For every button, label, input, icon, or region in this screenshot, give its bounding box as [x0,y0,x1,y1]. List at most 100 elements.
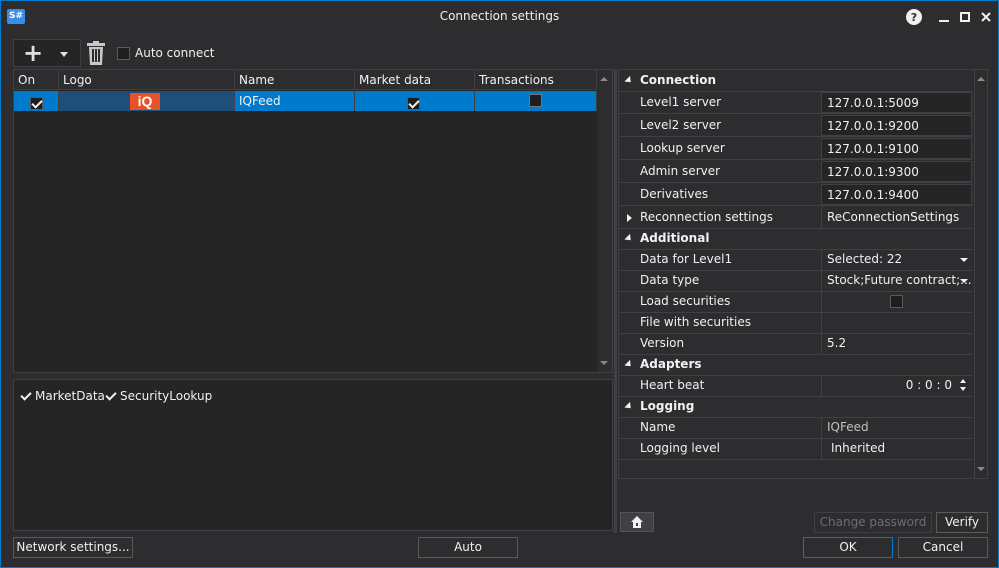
property-row-reconnection[interactable]: Reconnection settings ReConnectionSettin… [619,207,972,229]
cell-market-data[interactable] [355,91,475,111]
property-row: Logging level Inherited [619,438,972,460]
title-bar: S# Connection settings ? [1,1,998,33]
scroll-down-icon[interactable] [600,361,608,365]
capability-label: SecurityLookup [120,389,213,403]
load-securities-cell [821,291,972,312]
home-icon [631,516,643,528]
property-name: Data type [640,273,700,287]
capabilities-panel: MarketData SecurityLookup [13,379,613,531]
data-for-level1-select[interactable]: Selected: 22 [821,249,972,270]
expand-icon[interactable] [627,214,632,222]
heart-beat-value: 0 : 0 : 0 [905,378,952,392]
level1-server-input[interactable]: 127.0.0.1:5009 [821,92,972,113]
on-checkbox[interactable] [30,96,43,110]
maximize-icon[interactable] [956,8,974,26]
expand-icon[interactable] [624,75,634,86]
minimize-icon[interactable] [935,8,953,26]
capability-label: MarketData [35,389,105,403]
property-name: Load securities [640,294,731,308]
category-adapters[interactable]: Adapters [619,354,972,376]
property-name: Version [640,336,685,350]
check-icon[interactable] [105,390,117,402]
file-with-securities-input[interactable] [821,312,972,333]
capability-market-data[interactable]: MarketData [20,389,105,403]
category-connection[interactable]: Connection [619,70,972,92]
scroll-up-icon[interactable] [977,77,985,81]
grid-scrollbar[interactable] [597,70,612,372]
cell-on[interactable] [14,91,59,111]
property-row: Heart beat 0 : 0 : 0 [619,375,972,397]
delete-connection-button[interactable] [86,41,106,65]
help-icon[interactable]: ? [906,9,922,25]
auto-button[interactable]: Auto [418,537,518,558]
reconnection-settings-value[interactable]: ReConnectionSettings [821,207,972,228]
property-row: File with securities [619,312,972,334]
property-name: Level2 server [640,118,722,132]
expand-icon[interactable] [624,233,634,244]
admin-server-input[interactable]: 127.0.0.1:9300 [821,161,972,182]
load-securities-checkbox[interactable] [890,295,903,308]
category-additional[interactable]: Additional [619,228,972,250]
spin-up-icon[interactable] [960,379,966,383]
property-row: Name IQFeed [619,417,972,439]
verify-button[interactable]: Verify [936,512,988,533]
market-data-checkbox[interactable] [407,96,420,110]
capability-security-lookup[interactable]: SecurityLookup [105,389,212,403]
cell-transactions[interactable] [475,91,597,111]
version-input[interactable]: 5.2 [821,333,972,354]
scroll-down-icon[interactable] [977,467,985,471]
chevron-down-icon[interactable] [960,279,968,283]
auto-connect-label: Auto connect [135,46,215,60]
check-icon[interactable] [20,390,32,402]
property-name: Name [640,420,676,434]
category-label: Connection [640,73,717,87]
property-name: Heart beat [640,378,705,392]
property-row: Admin server 127.0.0.1:9300 [619,161,972,183]
column-header-logo[interactable]: Logo [59,70,235,90]
table-row[interactable]: iQ IQFeed [14,91,597,111]
trash-icon [87,41,105,65]
property-name: File with securities [640,315,751,329]
connections-grid: On Logo Name Market data Transactions iQ… [13,69,613,373]
property-grid: Connection Level1 server 127.0.0.1:5009 … [618,69,988,479]
auto-connect-checkbox[interactable] [117,46,130,60]
expand-icon[interactable] [624,359,634,370]
property-name: Reconnection settings [640,210,773,224]
expand-icon[interactable] [624,401,634,412]
property-row: Level2 server 127.0.0.1:9200 [619,115,972,137]
auto-connect-toggle[interactable]: Auto connect [117,46,215,60]
logging-level-select[interactable]: Inherited [821,438,972,459]
property-row: Data type Stock;Future contract;... [619,270,972,292]
grid-header: On Logo Name Market data Transactions [14,70,597,90]
ok-button[interactable]: OK [803,537,893,558]
cell-name[interactable]: IQFeed [235,91,355,111]
transactions-checkbox[interactable] [529,94,542,107]
property-row: Data for Level1 Selected: 22 [619,249,972,271]
column-header-on[interactable]: On [14,70,59,90]
connection-settings-window: S# Connection settings ? + Auto connect … [0,0,999,568]
chevron-down-icon[interactable] [960,258,968,262]
network-settings-button[interactable]: Network settings... [13,537,133,558]
spin-icon[interactable] [960,378,968,393]
data-type-select[interactable]: Stock;Future contract;... [821,270,972,291]
spin-down-icon[interactable] [960,387,966,391]
column-header-market-data[interactable]: Market data [355,70,475,90]
lookup-server-input[interactable]: 127.0.0.1:9100 [821,138,972,159]
logging-name-value: IQFeed [821,417,972,438]
close-icon[interactable] [977,8,995,26]
selected-value: Stock;Future contract;... [827,273,972,287]
column-header-transactions[interactable]: Transactions [475,70,597,90]
heart-beat-stepper[interactable]: 0 : 0 : 0 [821,375,972,396]
change-password-button[interactable]: Change password [814,512,932,533]
panel-splitter[interactable] [614,69,617,533]
level2-server-input[interactable]: 127.0.0.1:9200 [821,115,972,136]
chevron-down-icon[interactable] [60,52,68,57]
cancel-button[interactable]: Cancel [898,537,988,558]
category-logging[interactable]: Logging [619,396,972,418]
add-connection-button[interactable]: + [13,39,81,67]
home-button[interactable] [620,512,654,532]
scroll-up-icon[interactable] [600,77,608,81]
column-header-name[interactable]: Name [235,70,355,90]
property-grid-scrollbar[interactable] [974,70,987,478]
derivatives-server-input[interactable]: 127.0.0.1:9400 [821,184,972,205]
